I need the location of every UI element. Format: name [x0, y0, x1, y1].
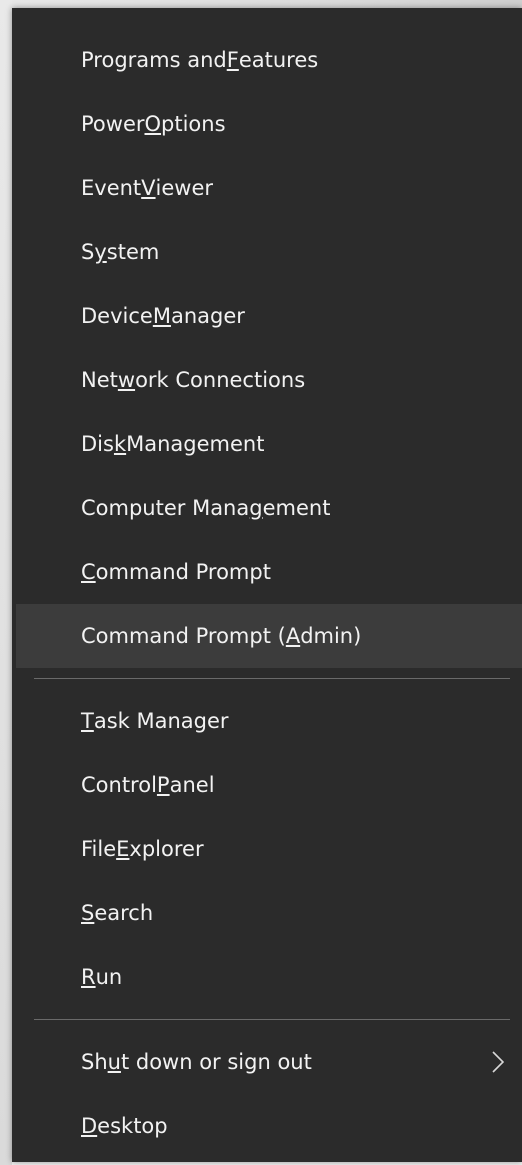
menu-item-control-panel[interactable]: Control Panel [12, 753, 522, 817]
menu-group-system: Programs and Features Power Options Even… [12, 28, 522, 668]
menu-item-command-prompt[interactable]: Command Prompt [12, 540, 522, 604]
menu-item-run[interactable]: Run [12, 945, 522, 1009]
menu-item-task-manager[interactable]: Task Manager [12, 689, 522, 753]
menu-item-programs-and-features[interactable]: Programs and Features [12, 28, 522, 92]
menu-item-network-connections[interactable]: Net w ork Connections [12, 348, 522, 412]
menu-group-tools: Task Manager Control Panel File Explorer… [12, 689, 522, 1009]
menu-separator-2 [34, 1019, 510, 1020]
menu-item-command-prompt-admin[interactable]: Command Prompt (Admin) [16, 604, 522, 668]
menu-item-power-options[interactable]: Power Options [12, 92, 522, 156]
menu-separator-1 [34, 678, 510, 679]
menu-item-disk-management[interactable]: Dis k Management [12, 412, 522, 476]
menu-item-search[interactable]: Search [12, 881, 522, 945]
menu-group-session: Sh u t down or sign out Desktop [12, 1030, 522, 1158]
menu-item-event-viewer[interactable]: Event Viewer [12, 156, 522, 220]
power-user-menu: Programs and Features Power Options Even… [12, 8, 522, 1162]
menu-item-system[interactable]: Sy stem [12, 220, 522, 284]
menu-item-device-manager[interactable]: Device Manager [12, 284, 522, 348]
menu-item-desktop[interactable]: Desktop [12, 1094, 522, 1158]
menu-item-computer-management[interactable]: Computer Mana g ement [12, 476, 522, 540]
background-window-edge [0, 0, 12, 1165]
chevron-right-icon [492, 1051, 504, 1073]
menu-item-shut-down-or-sign-out[interactable]: Sh u t down or sign out [12, 1030, 522, 1094]
menu-item-file-explorer[interactable]: File Explorer [12, 817, 522, 881]
